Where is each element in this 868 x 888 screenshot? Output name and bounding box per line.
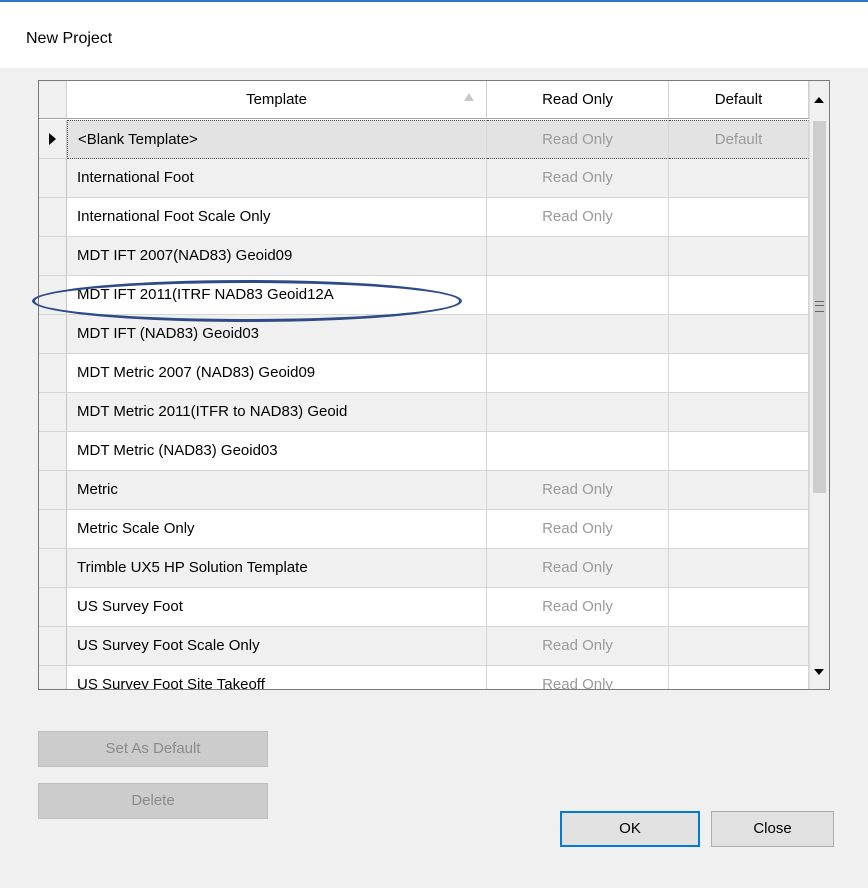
cell-read-only[interactable]: Read Only xyxy=(487,198,669,237)
ok-button[interactable]: OK xyxy=(560,811,700,847)
title-bar: New Project xyxy=(0,2,868,68)
cell-default[interactable] xyxy=(669,627,809,666)
scroll-down-arrow-icon[interactable] xyxy=(810,659,829,689)
table-row[interactable]: MDT IFT 2007(NAD83) Geoid09 xyxy=(39,237,809,276)
scrollbar-thumb[interactable] xyxy=(813,121,826,493)
cell-read-only[interactable]: Read Only xyxy=(487,549,669,588)
table-row[interactable]: US Survey Foot Scale Only Read Only xyxy=(39,627,809,666)
table-row[interactable]: MDT Metric 2007 (NAD83) Geoid09 xyxy=(39,354,809,393)
dialog-title: New Project xyxy=(26,30,113,47)
table-row[interactable]: MDT Metric (NAD83) Geoid03 xyxy=(39,432,809,471)
cell-template[interactable]: US Survey Foot Site Takeoff xyxy=(67,666,487,689)
cell-read-only[interactable] xyxy=(487,393,669,432)
cell-read-only[interactable] xyxy=(487,354,669,393)
row-selector[interactable] xyxy=(39,198,67,237)
grid-header: Template Read Only Default xyxy=(39,81,809,120)
cell-default[interactable] xyxy=(669,276,809,315)
cell-default[interactable] xyxy=(669,471,809,510)
row-selector[interactable] xyxy=(39,315,67,354)
table-row[interactable]: Metric Read Only xyxy=(39,471,809,510)
template-grid[interactable]: Template Read Only Default <Blank Templa… xyxy=(38,80,830,690)
cell-read-only[interactable] xyxy=(487,432,669,471)
row-selector[interactable] xyxy=(39,432,67,471)
table-row[interactable]: Trimble UX5 HP Solution Template Read On… xyxy=(39,549,809,588)
cell-default[interactable] xyxy=(669,549,809,588)
table-row[interactable]: US Survey Foot Site Takeoff Read Only xyxy=(39,666,809,689)
column-header-template[interactable]: Template xyxy=(67,81,487,119)
cell-default[interactable] xyxy=(669,393,809,432)
cell-default[interactable] xyxy=(669,510,809,549)
cell-default[interactable] xyxy=(669,354,809,393)
grid-rows: <Blank Template> Read Only Default Inter… xyxy=(39,120,809,689)
cell-default[interactable] xyxy=(669,588,809,627)
table-row[interactable]: MDT IFT (NAD83) Geoid03 xyxy=(39,315,809,354)
delete-button[interactable]: Delete xyxy=(38,783,268,819)
row-selector[interactable] xyxy=(39,666,67,689)
cell-template[interactable]: MDT Metric 2011(ITFR to NAD83) Geoid xyxy=(67,393,487,432)
current-row-arrow-icon xyxy=(49,133,56,145)
row-selector[interactable] xyxy=(39,237,67,276)
cell-default[interactable] xyxy=(669,237,809,276)
cell-template[interactable]: MDT Metric (NAD83) Geoid03 xyxy=(67,432,487,471)
cell-read-only[interactable]: Read Only xyxy=(487,471,669,510)
row-selector[interactable] xyxy=(39,627,67,666)
cell-template[interactable]: MDT Metric 2007 (NAD83) Geoid09 xyxy=(67,354,487,393)
column-header-read-only[interactable]: Read Only xyxy=(487,81,669,119)
set-as-default-button[interactable]: Set As Default xyxy=(38,731,268,767)
table-row[interactable]: MDT Metric 2011(ITFR to NAD83) Geoid xyxy=(39,393,809,432)
row-selector[interactable] xyxy=(39,549,67,588)
cell-default[interactable] xyxy=(669,315,809,354)
sort-ascending-icon xyxy=(464,93,474,101)
row-selector[interactable] xyxy=(39,588,67,627)
cell-read-only[interactable]: Read Only xyxy=(487,510,669,549)
table-row[interactable]: <Blank Template> Read Only Default xyxy=(39,120,809,159)
highlight-ellipse xyxy=(32,280,462,322)
close-button[interactable]: Close xyxy=(711,811,834,847)
row-selector[interactable] xyxy=(39,120,67,159)
cell-template[interactable]: Metric Scale Only xyxy=(67,510,487,549)
cell-read-only[interactable] xyxy=(487,237,669,276)
column-header-default[interactable]: Default xyxy=(669,81,809,119)
cell-read-only[interactable]: Read Only xyxy=(487,666,669,689)
cell-read-only[interactable]: Read Only xyxy=(487,627,669,666)
column-header-template-label: Template xyxy=(246,91,307,108)
cell-default[interactable] xyxy=(669,198,809,237)
scroll-up-arrow-icon[interactable] xyxy=(810,81,829,119)
cell-read-only[interactable]: Read Only xyxy=(487,159,669,198)
cell-read-only[interactable]: Read Only xyxy=(487,120,669,159)
cell-template[interactable]: US Survey Foot xyxy=(67,588,487,627)
row-selector[interactable] xyxy=(39,159,67,198)
cell-read-only[interactable] xyxy=(487,315,669,354)
table-row[interactable]: Metric Scale Only Read Only xyxy=(39,510,809,549)
cell-default[interactable]: Default xyxy=(669,120,809,159)
table-row[interactable]: US Survey Foot Read Only xyxy=(39,588,809,627)
cell-template[interactable]: Metric xyxy=(67,471,487,510)
cell-default[interactable] xyxy=(669,432,809,471)
cell-default[interactable] xyxy=(669,159,809,198)
cell-read-only[interactable]: Read Only xyxy=(487,588,669,627)
row-selector[interactable] xyxy=(39,510,67,549)
cell-default[interactable] xyxy=(669,666,809,689)
vertical-scrollbar[interactable] xyxy=(809,81,829,689)
cell-template[interactable]: US Survey Foot Scale Only xyxy=(67,627,487,666)
table-row[interactable]: International Foot Scale Only Read Only xyxy=(39,198,809,237)
grip-icon xyxy=(815,301,824,312)
cell-template[interactable]: <Blank Template> xyxy=(67,120,487,159)
header-corner xyxy=(39,81,67,119)
cell-template[interactable]: International Foot Scale Only xyxy=(67,198,487,237)
cell-template[interactable]: International Foot xyxy=(67,159,487,198)
row-selector[interactable] xyxy=(39,354,67,393)
cell-template[interactable]: Trimble UX5 HP Solution Template xyxy=(67,549,487,588)
row-selector[interactable] xyxy=(39,393,67,432)
row-selector[interactable] xyxy=(39,471,67,510)
cell-template[interactable]: MDT IFT 2007(NAD83) Geoid09 xyxy=(67,237,487,276)
table-row[interactable]: International Foot Read Only xyxy=(39,159,809,198)
cell-read-only[interactable] xyxy=(487,276,669,315)
